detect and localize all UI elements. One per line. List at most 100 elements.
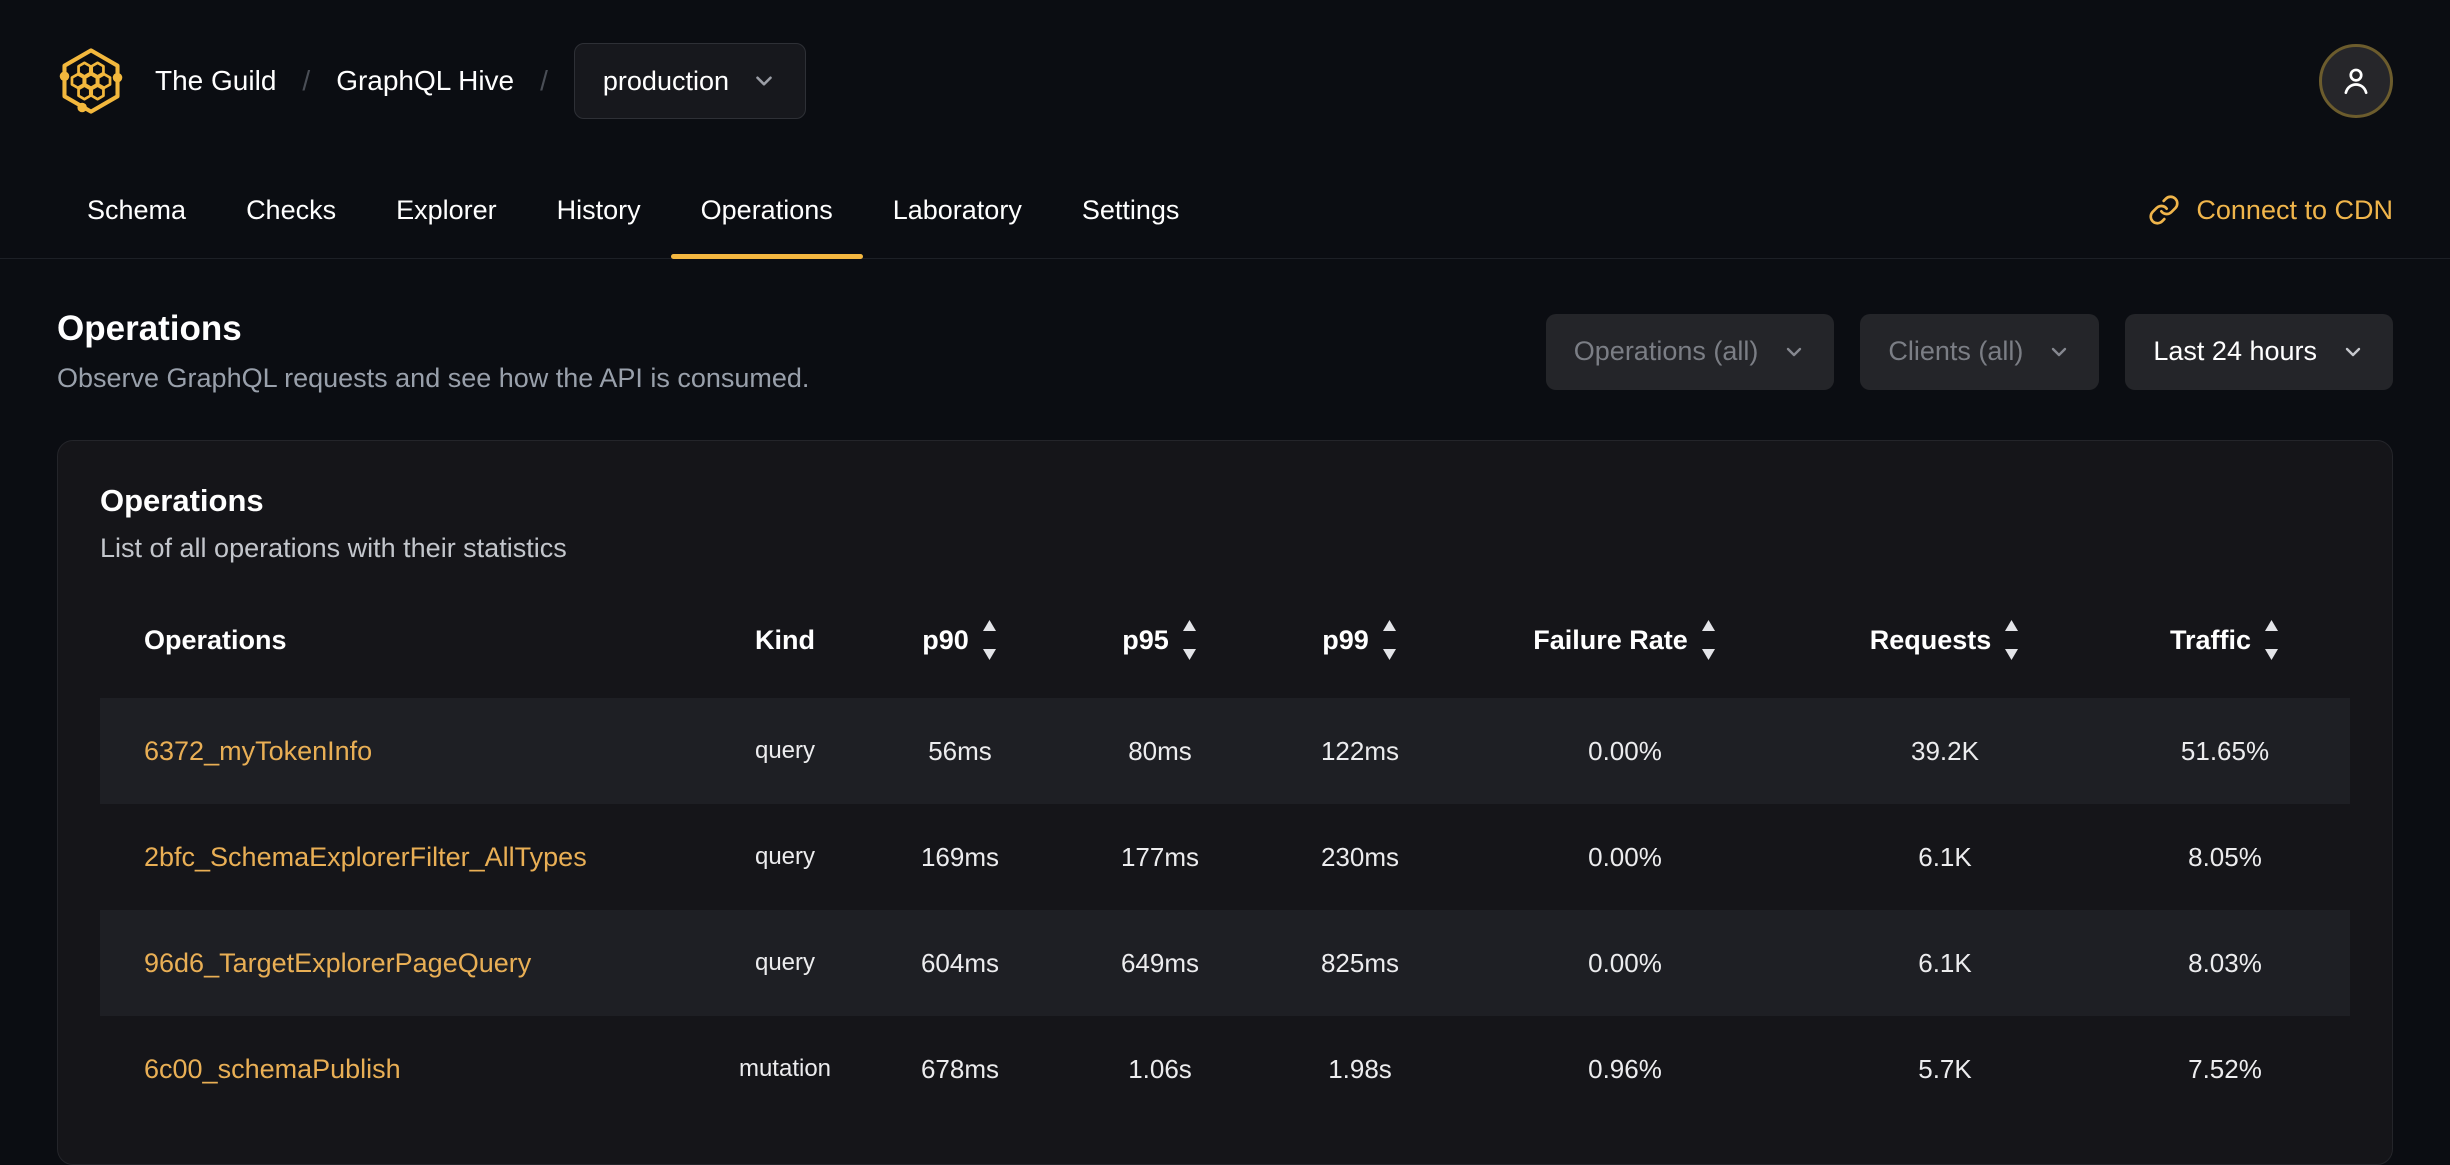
- clients-filter-label: Clients (all): [1888, 336, 2024, 366]
- main-content: Operations Observe GraphQL requests and …: [0, 309, 2450, 1165]
- column-header-p99[interactable]: p99: [1260, 619, 1460, 661]
- operations-table: Operations Kind p90 p95 p99 Failure Rate Reque…: [100, 598, 2350, 1122]
- tab-history[interactable]: History: [527, 162, 671, 258]
- kind-cell: mutation: [738, 1055, 832, 1082]
- sort-arrows-icon: [1182, 620, 1196, 660]
- breadcrumb-org[interactable]: The Guild: [155, 65, 276, 97]
- requests-cell: 5.7K: [1918, 1053, 1972, 1084]
- target-selector-value: production: [602, 65, 729, 96]
- link-icon: [2149, 195, 2179, 225]
- tab-checks[interactable]: Checks: [216, 162, 366, 258]
- hive-logo-icon: [59, 48, 123, 114]
- nav-tabs: Schema Checks Explorer History Operations Lab…: [57, 162, 1210, 259]
- page-title: Operations: [57, 309, 242, 348]
- connect-to-cdn-label: Connect to CDN: [2196, 194, 2393, 225]
- operation-name-cell: 6372_myTokenInfo: [100, 736, 710, 767]
- clients-filter-dropdown[interactable]: Clients (all): [1860, 313, 2100, 390]
- operation-link[interactable]: 2bfc_SchemaExplorerFilter_AllTypes: [144, 842, 587, 872]
- column-header-label: p90: [922, 624, 969, 655]
- p90-cell: 169ms: [920, 841, 1000, 872]
- column-header-traffic[interactable]: Traffic: [2100, 619, 2350, 661]
- traffic-cell: 7.52%: [2188, 1053, 2262, 1084]
- tab-settings[interactable]: Settings: [1052, 162, 1210, 258]
- p99-cell: 230ms: [1320, 841, 1400, 872]
- column-header-failure_rate[interactable]: Failure Rate: [1460, 619, 1790, 661]
- breadcrumb-separator: /: [302, 65, 311, 96]
- requests-cell: 6.1K: [1918, 947, 1972, 978]
- kind-cell: query: [754, 843, 816, 870]
- operation-name-cell: 6c00_schemaPublish: [100, 1054, 710, 1085]
- failure_rate-cell: 0.00%: [1588, 947, 1662, 978]
- traffic-cell: 51.65%: [2180, 735, 2270, 766]
- breadcrumb-project[interactable]: GraphQL Hive: [336, 65, 514, 97]
- filters: Operations (all) Clients (all) Last 24 h…: [1545, 313, 2393, 390]
- column-header-p95[interactable]: p95: [1060, 619, 1260, 661]
- p99-cell: 825ms: [1320, 947, 1400, 978]
- p99-cell: 122ms: [1320, 735, 1400, 766]
- column-header-requests[interactable]: Requests: [1790, 619, 2100, 661]
- sort-arrows-icon: [1701, 620, 1715, 660]
- target-selector[interactable]: production: [573, 43, 806, 119]
- page-subtitle: Observe GraphQL requests and see how the…: [57, 363, 810, 393]
- requests-cell: 39.2K: [1911, 735, 1979, 766]
- operation-link[interactable]: 6c00_schemaPublish: [144, 1054, 401, 1084]
- period-filter-dropdown[interactable]: Last 24 hours: [2125, 313, 2393, 390]
- column-header-label: Operations: [144, 624, 287, 655]
- chevron-down-icon: [2052, 347, 2067, 356]
- p95-cell: 649ms: [1120, 947, 1200, 978]
- requests-cell: 6.1K: [1918, 841, 1972, 872]
- failure_rate-cell: 0.96%: [1588, 1053, 1662, 1084]
- failure_rate-cell: 0.00%: [1588, 735, 1662, 766]
- card-title: Operations: [100, 483, 264, 518]
- nav-tabs-bar: Schema Checks Explorer History Operations Lab…: [0, 162, 2450, 259]
- sort-arrows-icon: [2265, 620, 2279, 660]
- connect-to-cdn-link[interactable]: Connect to CDN: [2148, 162, 2393, 258]
- kind-cell: query: [754, 949, 816, 976]
- traffic-cell: 8.05%: [2188, 841, 2262, 872]
- operation-link[interactable]: 96d6_TargetExplorerPageQuery: [144, 948, 531, 978]
- page-head: Operations Observe GraphQL requests and …: [57, 309, 2393, 394]
- column-header-label: p99: [1322, 624, 1369, 655]
- column-header-label: Kind: [755, 624, 815, 655]
- operations-card: Operations List of all operations with t…: [57, 440, 2393, 1165]
- failure_rate-cell: 0.00%: [1588, 841, 1662, 872]
- column-header-label: p95: [1122, 624, 1169, 655]
- operation-link[interactable]: 6372_myTokenInfo: [144, 736, 372, 766]
- operation-name-cell: 2bfc_SchemaExplorerFilter_AllTypes: [100, 842, 710, 873]
- sort-arrows-icon: [2005, 620, 2019, 660]
- chevron-down-icon: [2345, 347, 2361, 356]
- brand-area: The Guild / GraphQL Hive / production: [57, 43, 806, 119]
- sort-arrows-icon: [982, 620, 996, 660]
- chevron-down-icon: [1787, 347, 1802, 356]
- operations-filter-label: Operations (all): [1573, 336, 1759, 366]
- column-header-p90[interactable]: p90: [860, 619, 1060, 661]
- traffic-cell: 8.03%: [2188, 947, 2262, 978]
- p95-cell: 1.06s: [1128, 1053, 1192, 1084]
- p90-cell: 678ms: [920, 1053, 1000, 1084]
- tab-schema[interactable]: Schema: [57, 162, 216, 258]
- top-bar: The Guild / GraphQL Hive / production: [0, 0, 2450, 162]
- column-header-label: Failure Rate: [1533, 624, 1688, 655]
- table-row: 96d6_TargetExplorerPageQuery query 604ms 64…: [100, 910, 2350, 1016]
- card-subtitle: List of all operations with their statis…: [100, 533, 567, 563]
- user-avatar[interactable]: [2319, 44, 2393, 118]
- p90-cell: 56ms: [928, 735, 992, 766]
- kind-cell: query: [754, 737, 816, 764]
- tab-operations[interactable]: Operations: [670, 162, 863, 259]
- table-body: 6372_myTokenInfo query 56ms 80ms 122ms 0.00% 3…: [100, 698, 2350, 1122]
- tab-explorer[interactable]: Explorer: [366, 162, 527, 258]
- column-header-label: Traffic: [2169, 624, 2252, 655]
- p95-cell: 177ms: [1120, 841, 1200, 872]
- table-row: 2bfc_SchemaExplorerFilter_AllTypes query 1…: [100, 804, 2350, 910]
- period-filter-label: Last 24 hours: [2153, 336, 2317, 366]
- column-header-kind: Kind: [710, 625, 860, 656]
- chevron-down-icon: [756, 76, 772, 86]
- p99-cell: 1.98s: [1328, 1053, 1392, 1084]
- column-header-name: Operations: [100, 625, 710, 656]
- tab-laboratory[interactable]: Laboratory: [863, 162, 1052, 258]
- sort-arrows-icon: [1382, 620, 1396, 660]
- operations-filter-dropdown[interactable]: Operations (all): [1545, 313, 1835, 390]
- breadcrumb-separator: /: [540, 65, 548, 96]
- p90-cell: 604ms: [920, 947, 1000, 978]
- breadcrumb: The Guild / GraphQL Hive / production: [155, 43, 806, 119]
